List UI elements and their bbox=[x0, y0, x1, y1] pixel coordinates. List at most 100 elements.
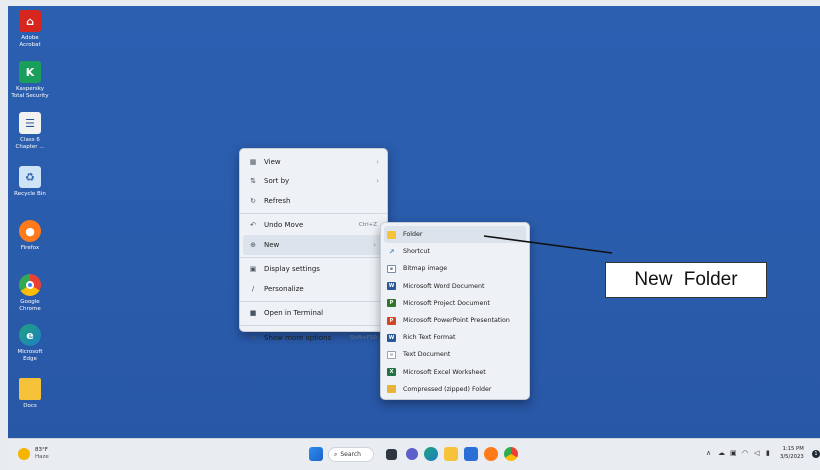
weather-widget[interactable]: 83°F Haze bbox=[18, 447, 49, 461]
keyboard-shortcut: Shift+F10 bbox=[349, 334, 377, 341]
desktop-icon-docs[interactable]: Docs bbox=[8, 378, 52, 410]
submenu-item-powerpoint[interactable]: P Microsoft PowerPoint Presentation bbox=[381, 312, 529, 329]
desktop-context-menu: ▦ View › ⇅ Sort by › ↻ Refresh ↶ Undo Mo… bbox=[239, 148, 388, 342]
file-explorer-icon[interactable] bbox=[444, 447, 458, 461]
submenu-item-label: Microsoft Excel Worksheet bbox=[403, 368, 486, 376]
excel-icon: X bbox=[387, 368, 396, 377]
menu-item-personalize[interactable]: ∕ Personalize bbox=[240, 279, 387, 299]
submenu-item-project[interactable]: P Microsoft Project Document bbox=[381, 295, 529, 312]
desktop-icon-adobe-acrobat[interactable]: ⌂ Adobe Acrobat bbox=[8, 10, 52, 49]
chrome-icon bbox=[19, 274, 41, 296]
sun-icon bbox=[18, 448, 30, 460]
menu-divider bbox=[240, 300, 387, 302]
grid-icon: ▦ bbox=[249, 157, 257, 166]
desktop-icon-label: Adobe bbox=[21, 35, 39, 41]
clock[interactable]: 1:15 PM 3/5/2023 bbox=[780, 445, 804, 461]
external-icon: ↗ bbox=[250, 333, 256, 342]
start-icon[interactable] bbox=[309, 447, 323, 461]
submenu-item-rtf[interactable]: W Rich Text Format bbox=[381, 329, 529, 346]
menu-item-refresh[interactable]: ↻ Refresh bbox=[240, 191, 387, 211]
desktop-icon-label: Firefox bbox=[20, 245, 40, 251]
shortcut-icon: ↗ bbox=[388, 247, 395, 256]
task-view-icon[interactable] bbox=[386, 449, 397, 460]
submenu-item-shortcut[interactable]: ↗ Shortcut bbox=[381, 243, 529, 260]
desktop-icon-label: Recycle Bin bbox=[14, 191, 46, 197]
chevron-right-icon: › bbox=[373, 240, 376, 249]
submenu-item-label: Folder bbox=[403, 231, 423, 239]
menu-item-new[interactable]: ⊕ New › bbox=[243, 235, 384, 255]
menu-divider bbox=[240, 256, 387, 258]
taskbar-search-box[interactable]: ⌕ Search bbox=[328, 447, 374, 462]
menu-item-label: New bbox=[264, 240, 280, 249]
menu-item-show-more-options[interactable]: ↗ Show more options Shift+F10 bbox=[240, 328, 387, 348]
menu-item-label: Show more options bbox=[264, 333, 332, 342]
chrome-icon[interactable] bbox=[504, 447, 518, 461]
search-icon: ⌕ bbox=[334, 450, 338, 458]
sort-icon: ⇅ bbox=[250, 177, 256, 186]
clock-time: 1:15 PM bbox=[782, 446, 804, 452]
desktop-icon-label: Class 6 bbox=[20, 137, 40, 143]
edge-icon: e bbox=[19, 324, 41, 346]
desktop-icon-firefox[interactable]: ● Firefox bbox=[8, 220, 52, 252]
desktop-icon-kaspersky[interactable]: K Kaspersky Total Security bbox=[8, 61, 52, 100]
firefox-icon[interactable] bbox=[484, 447, 498, 461]
submenu-item-label: Microsoft Project Document bbox=[403, 299, 490, 307]
weather-temp: 83°F bbox=[35, 447, 48, 453]
document-icon: ☰ bbox=[19, 112, 41, 134]
submenu-item-zip-folder[interactable]: Compressed (zipped) Folder bbox=[381, 381, 529, 398]
wifi-icon[interactable]: ◠ bbox=[742, 449, 748, 457]
desktop-icon-label: Chapter ... bbox=[15, 144, 45, 150]
menu-item-undo-move[interactable]: ↶ Undo Move Ctrl+Z bbox=[240, 216, 387, 236]
terminal-icon: ■ bbox=[249, 309, 257, 318]
clock-date: 3/5/2023 bbox=[780, 454, 804, 460]
menu-divider bbox=[240, 325, 387, 326]
new-submenu: Folder ↗ Shortcut ▪ Bitmap image W Micro… bbox=[380, 222, 530, 400]
submenu-item-bitmap[interactable]: ▪ Bitmap image bbox=[381, 260, 529, 277]
cloud-icon[interactable]: ☁ bbox=[718, 449, 725, 457]
desktop-icon-label: Microsoft bbox=[17, 349, 43, 355]
undo-icon: ↶ bbox=[250, 221, 256, 230]
project-icon: P bbox=[387, 299, 396, 308]
menu-item-label: Display settings bbox=[264, 265, 320, 274]
desktop[interactable]: ⌂ Adobe Acrobat K Kaspersky Total Securi… bbox=[8, 6, 820, 438]
submenu-item-label: Shortcut bbox=[403, 248, 430, 256]
callout-text: New Folder bbox=[634, 269, 738, 290]
menu-item-label: Personalize bbox=[264, 284, 304, 293]
volume-icon[interactable]: ◁ bbox=[754, 449, 759, 457]
language-icon[interactable]: ▣ bbox=[730, 449, 737, 457]
submenu-item-label: Bitmap image bbox=[403, 265, 448, 273]
weather-desc: Haze bbox=[35, 454, 49, 460]
battery-icon[interactable]: ▮ bbox=[766, 449, 770, 457]
chevron-up-icon[interactable]: ∧ bbox=[706, 449, 711, 457]
submenu-item-folder[interactable]: Folder bbox=[384, 226, 526, 244]
taskbar: 83°F Haze ⌕ Search ∧ ☁ ▣ ◠ ◁ ▮ 1:15 PM 3… bbox=[8, 438, 820, 470]
submenu-item-word[interactable]: W Microsoft Word Document bbox=[381, 278, 529, 295]
chevron-right-icon: › bbox=[376, 177, 379, 186]
desktop-icon-label: Kaspersky bbox=[16, 86, 44, 92]
refresh-icon: ↻ bbox=[250, 196, 256, 205]
firefox-icon: ● bbox=[19, 220, 41, 242]
desktop-icon-class6[interactable]: ☰ Class 6 Chapter ... bbox=[8, 112, 52, 151]
menu-item-view[interactable]: ▦ View › bbox=[240, 152, 387, 172]
brush-icon: ∕ bbox=[251, 284, 255, 293]
menu-item-display-settings[interactable]: ▣ Display settings bbox=[240, 260, 387, 280]
desktop-icon-edge[interactable]: e Microsoft Edge bbox=[8, 324, 52, 363]
store-icon[interactable] bbox=[464, 447, 478, 461]
menu-item-label: Open in Terminal bbox=[264, 309, 324, 318]
new-icon: ⊕ bbox=[250, 240, 256, 249]
notification-badge[interactable]: 1 bbox=[812, 450, 820, 458]
desktop-icon-chrome[interactable]: Google Chrome bbox=[8, 274, 52, 313]
chat-icon[interactable] bbox=[406, 448, 418, 460]
annotation-callout: New Folder bbox=[605, 262, 767, 298]
desktop-icon-recycle-bin[interactable]: ♻ Recycle Bin bbox=[8, 166, 52, 198]
menu-item-open-in-terminal[interactable]: ■ Open in Terminal bbox=[240, 304, 387, 324]
submenu-item-label: Compressed (zipped) Folder bbox=[403, 385, 492, 393]
submenu-item-text-document[interactable]: ≡ Text Document bbox=[381, 346, 529, 363]
submenu-item-excel[interactable]: X Microsoft Excel Worksheet bbox=[381, 364, 529, 381]
menu-item-sort-by[interactable]: ⇅ Sort by › bbox=[240, 172, 387, 192]
menu-item-label: View bbox=[264, 157, 281, 166]
edge-icon[interactable] bbox=[424, 447, 438, 461]
text-doc-icon: ≡ bbox=[387, 350, 396, 359]
submenu-item-label: Rich Text Format bbox=[403, 334, 456, 342]
menu-item-label: Refresh bbox=[264, 196, 291, 205]
